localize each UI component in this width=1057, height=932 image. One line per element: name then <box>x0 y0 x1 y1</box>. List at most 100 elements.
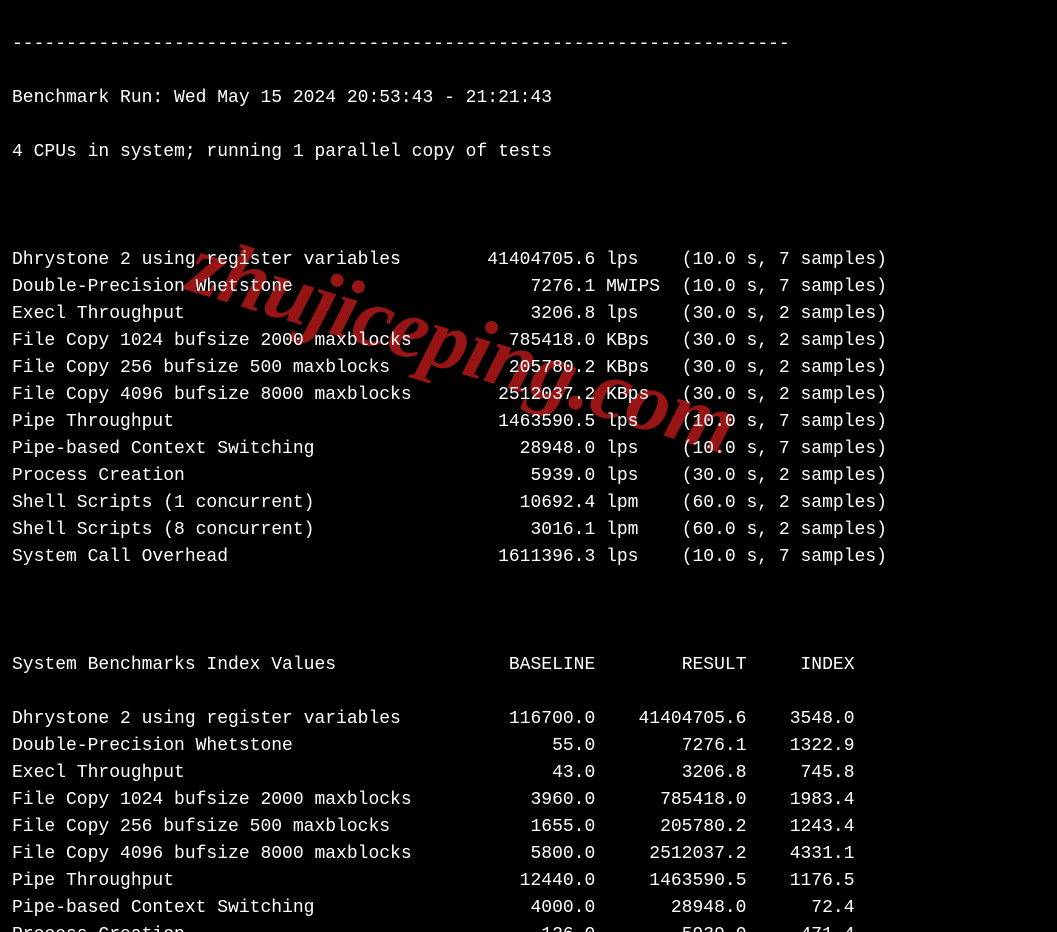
index-baseline: 4000.0 <box>466 895 596 922</box>
test-value: 785418.0 <box>466 328 596 355</box>
test-detail: (10.0 s, 7 samples) <box>682 544 920 571</box>
test-name: System Call Overhead <box>12 544 466 571</box>
test-value: 41404705.6 <box>466 247 596 274</box>
test-value: 7276.1 <box>466 274 596 301</box>
test-value: 1611396.3 <box>466 544 596 571</box>
index-result: 7276.1 <box>595 733 746 760</box>
test-row: System Call Overhead1611396.3lps(10.0 s,… <box>12 544 1045 571</box>
test-unit: lps <box>595 301 681 328</box>
test-row: File Copy 1024 bufsize 2000 maxblocks785… <box>12 328 1045 355</box>
blank-line <box>12 598 1045 625</box>
index-result: 785418.0 <box>595 787 746 814</box>
test-unit: lps <box>595 247 681 274</box>
index-baseline: 12440.0 <box>466 868 596 895</box>
index-header-name: System Benchmarks Index Values <box>12 652 466 679</box>
index-index: 4331.1 <box>747 841 855 868</box>
index-result: 2512037.2 <box>595 841 746 868</box>
index-index: 471.4 <box>747 922 855 932</box>
test-value: 28948.0 <box>466 436 596 463</box>
test-unit: lps <box>595 463 681 490</box>
divider-line: ----------------------------------------… <box>12 31 1045 58</box>
test-row: Process Creation5939.0lps(30.0 s, 2 samp… <box>12 463 1045 490</box>
index-row: Double-Precision Whetstone55.07276.11322… <box>12 733 1045 760</box>
index-index: 745.8 <box>747 760 855 787</box>
test-name: Process Creation <box>12 463 466 490</box>
test-value: 1463590.5 <box>466 409 596 436</box>
terminal-output: ----------------------------------------… <box>0 0 1057 932</box>
index-result: 205780.2 <box>595 814 746 841</box>
test-value: 3206.8 <box>466 301 596 328</box>
test-unit: lps <box>595 409 681 436</box>
test-row: Double-Precision Whetstone7276.1MWIPS(10… <box>12 274 1045 301</box>
test-value: 3016.1 <box>466 517 596 544</box>
index-baseline: 43.0 <box>466 760 596 787</box>
test-name: Double-Precision Whetstone <box>12 274 466 301</box>
test-detail: (30.0 s, 2 samples) <box>682 328 920 355</box>
index-row: Dhrystone 2 using register variables1167… <box>12 706 1045 733</box>
test-detail: (10.0 s, 7 samples) <box>682 409 920 436</box>
test-detail: (60.0 s, 2 samples) <box>682 490 920 517</box>
index-row: Pipe Throughput12440.01463590.51176.5 <box>12 868 1045 895</box>
test-name: Pipe Throughput <box>12 409 466 436</box>
index-row: File Copy 4096 bufsize 8000 maxblocks580… <box>12 841 1045 868</box>
test-unit: lps <box>595 544 681 571</box>
index-result: 3206.8 <box>595 760 746 787</box>
index-row: File Copy 1024 bufsize 2000 maxblocks396… <box>12 787 1045 814</box>
index-header-row: System Benchmarks Index Values BASELINE … <box>12 652 1045 679</box>
index-row: Process Creation126.05939.0471.4 <box>12 922 1045 932</box>
test-row: Pipe-based Context Switching28948.0lps(1… <box>12 436 1045 463</box>
index-row: Execl Throughput43.03206.8745.8 <box>12 760 1045 787</box>
index-index: 3548.0 <box>747 706 855 733</box>
index-header-baseline: BASELINE <box>466 652 596 679</box>
test-unit: MWIPS <box>595 274 681 301</box>
test-detail: (60.0 s, 2 samples) <box>682 517 920 544</box>
test-name: File Copy 1024 bufsize 2000 maxblocks <box>12 328 466 355</box>
blank-line <box>12 193 1045 220</box>
test-detail: (30.0 s, 2 samples) <box>682 463 920 490</box>
index-result: 28948.0 <box>595 895 746 922</box>
test-unit: lpm <box>595 517 681 544</box>
test-row: Shell Scripts (1 concurrent)10692.4lpm(6… <box>12 490 1045 517</box>
index-row: File Copy 256 bufsize 500 maxblocks1655.… <box>12 814 1045 841</box>
test-detail: (30.0 s, 2 samples) <box>682 382 920 409</box>
test-value: 5939.0 <box>466 463 596 490</box>
index-index: 1243.4 <box>747 814 855 841</box>
test-unit: KBps <box>595 355 681 382</box>
index-index: 72.4 <box>747 895 855 922</box>
test-unit: lps <box>595 436 681 463</box>
index-baseline: 3960.0 <box>466 787 596 814</box>
test-value: 10692.4 <box>466 490 596 517</box>
index-baseline: 1655.0 <box>466 814 596 841</box>
index-baseline: 5800.0 <box>466 841 596 868</box>
index-result: 41404705.6 <box>595 706 746 733</box>
test-detail: (10.0 s, 7 samples) <box>682 274 920 301</box>
index-header-index: INDEX <box>747 652 855 679</box>
test-name: File Copy 256 bufsize 500 maxblocks <box>12 355 466 382</box>
test-detail: (10.0 s, 7 samples) <box>682 436 920 463</box>
test-row: File Copy 4096 bufsize 8000 maxblocks251… <box>12 382 1045 409</box>
index-name: File Copy 256 bufsize 500 maxblocks <box>12 814 466 841</box>
index-name: File Copy 4096 bufsize 8000 maxblocks <box>12 841 466 868</box>
test-name: Dhrystone 2 using register variables <box>12 247 466 274</box>
run-header-line2: 4 CPUs in system; running 1 parallel cop… <box>12 139 1045 166</box>
index-header-result: RESULT <box>595 652 746 679</box>
index-result: 5939.0 <box>595 922 746 932</box>
run-header-line1: Benchmark Run: Wed May 15 2024 20:53:43 … <box>12 85 1045 112</box>
index-baseline: 116700.0 <box>466 706 596 733</box>
test-name: Shell Scripts (1 concurrent) <box>12 490 466 517</box>
test-unit: lpm <box>595 490 681 517</box>
test-row: Dhrystone 2 using register variables4140… <box>12 247 1045 274</box>
index-name: Execl Throughput <box>12 760 466 787</box>
index-name: Pipe-based Context Switching <box>12 895 466 922</box>
index-index: 1983.4 <box>747 787 855 814</box>
test-name: Shell Scripts (8 concurrent) <box>12 517 466 544</box>
test-value: 205780.2 <box>466 355 596 382</box>
index-name: Double-Precision Whetstone <box>12 733 466 760</box>
index-name: Process Creation <box>12 922 466 932</box>
test-detail: (10.0 s, 7 samples) <box>682 247 920 274</box>
test-value: 2512037.2 <box>466 382 596 409</box>
test-name: Execl Throughput <box>12 301 466 328</box>
test-name: Pipe-based Context Switching <box>12 436 466 463</box>
index-name: File Copy 1024 bufsize 2000 maxblocks <box>12 787 466 814</box>
index-baseline: 55.0 <box>466 733 596 760</box>
